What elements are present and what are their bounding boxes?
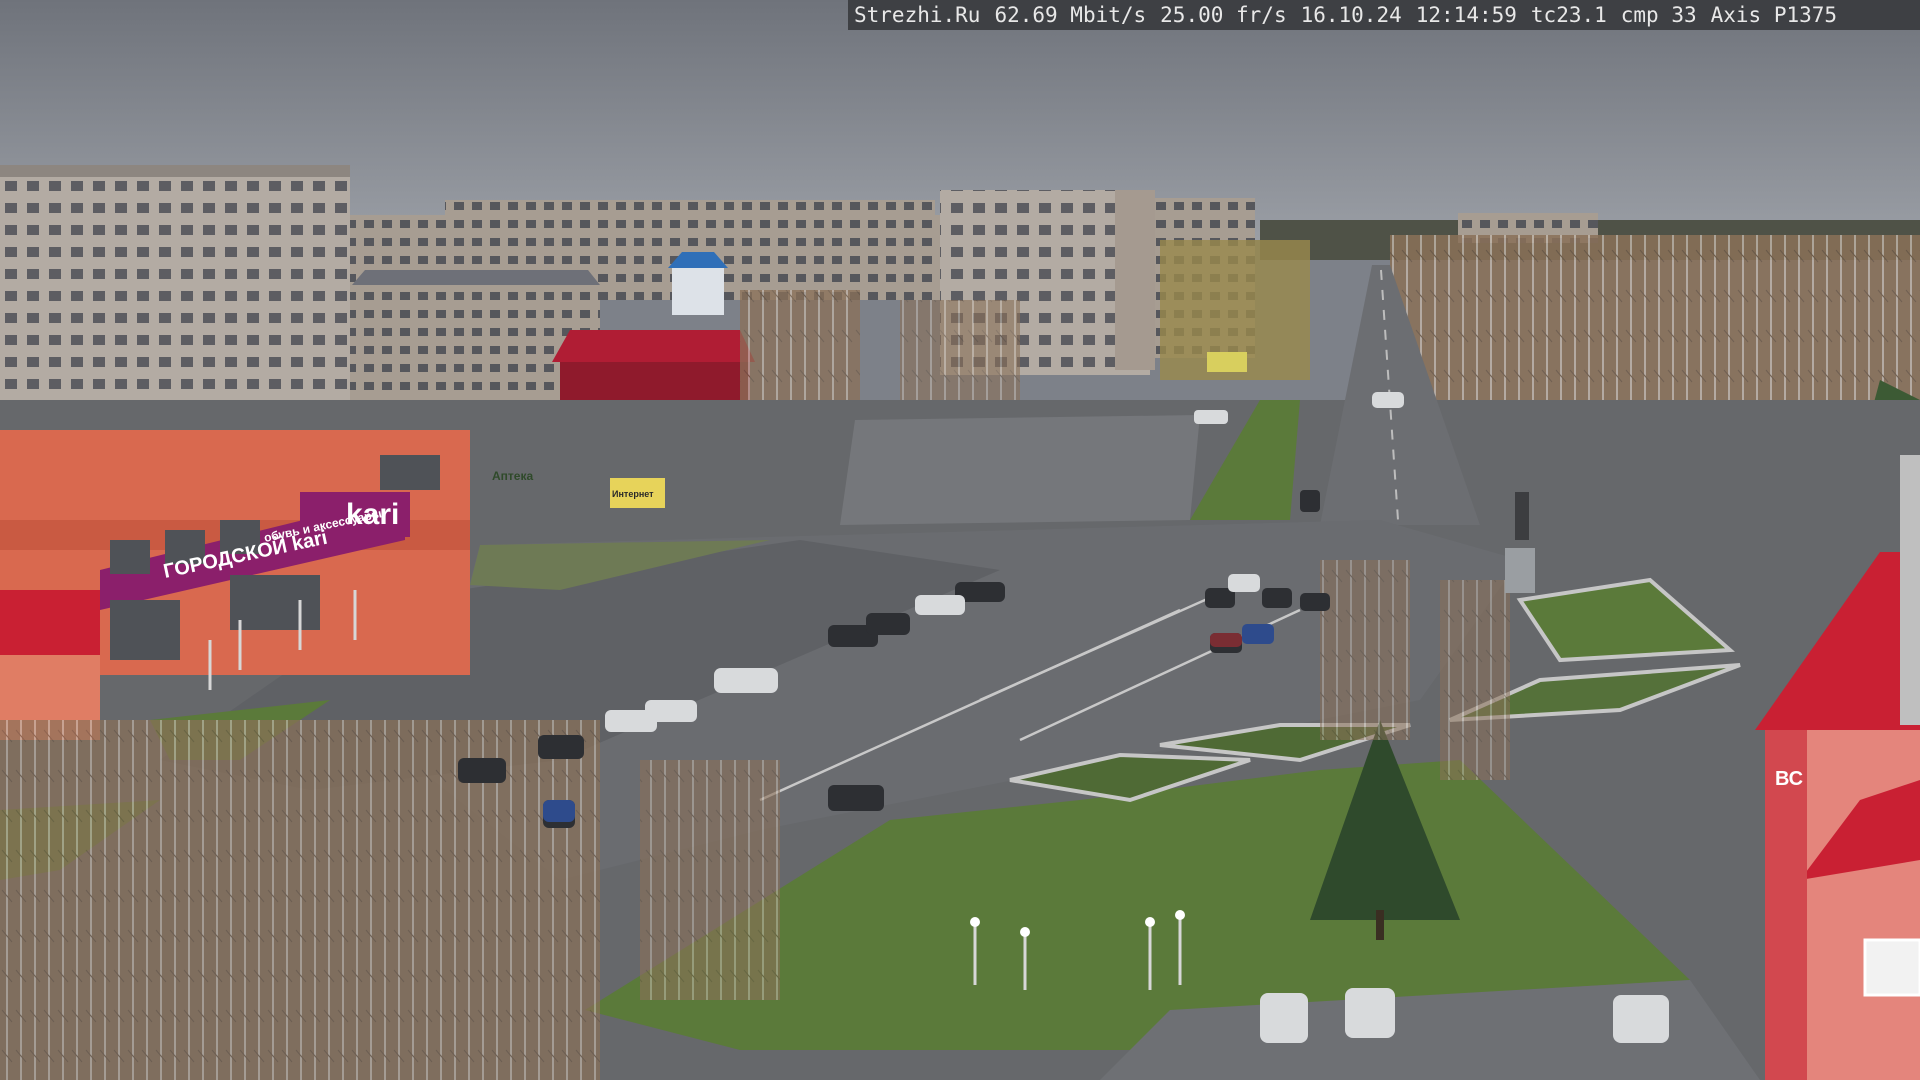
osd-camera-model: Axis P1375 [1710, 3, 1838, 27]
osd-cmp: cmp 33 [1620, 3, 1697, 27]
foreground-bare-trees [640, 760, 780, 1000]
osd-site: Strezhi.Ru [854, 3, 981, 27]
osd-bitrate: 62.69 Mbit/s [994, 3, 1147, 27]
blue-tower [672, 265, 724, 315]
red-cars [1210, 633, 1242, 647]
billboard-text: Интернет [612, 489, 654, 499]
osd-framerate: 25.00 fr/s [1160, 3, 1287, 27]
monument-pedestal [1505, 548, 1535, 593]
camera-osd-overlay: Strezhi.Ru 62.69 Mbit/s 25.00 fr/s 16.10.24… [848, 0, 1920, 30]
osd-tc: tc23.1 [1530, 3, 1607, 27]
plaza [840, 415, 1200, 525]
pharmacy-sign: Аптека [492, 469, 533, 483]
camera-frame: kari ГОРОДСКОЙ kari обувь и аксессуары А… [0, 0, 1920, 1080]
roadside-trees [1440, 580, 1510, 780]
osd-date: 16.10.24 [1300, 3, 1402, 27]
foreground-bare-trees [0, 720, 600, 1080]
tower-letters: ВС [1775, 768, 1803, 790]
roadside-trees [1320, 560, 1410, 740]
monument-statue [1515, 492, 1529, 540]
osd-time: 12:14:59 [1415, 3, 1517, 27]
billboard-far [1207, 352, 1247, 372]
street-scene: kari ГОРОДСКОЙ kari обувь и аксессуары А… [0, 0, 1920, 1080]
background-block [445, 200, 935, 230]
